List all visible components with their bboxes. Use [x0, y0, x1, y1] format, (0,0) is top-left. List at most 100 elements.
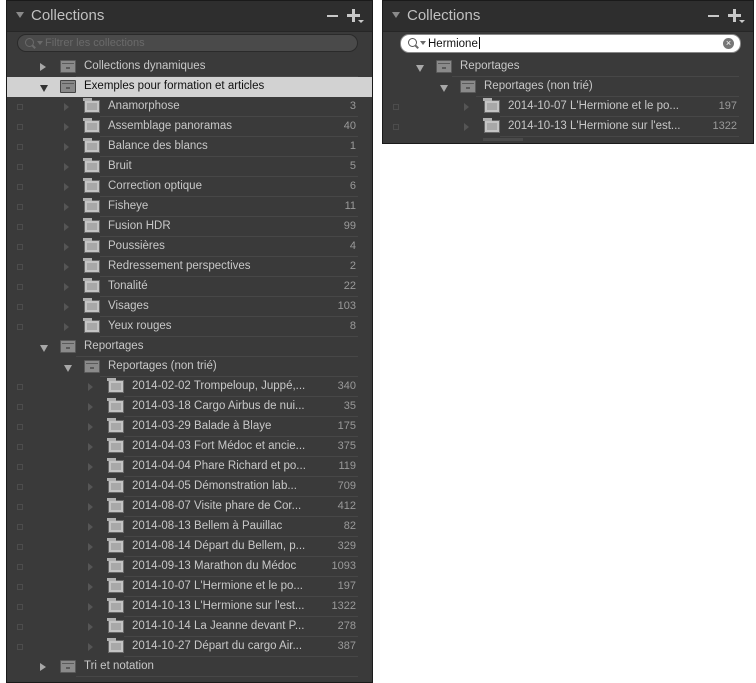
collection-row[interactable]: 2014-10-07 L'Hermione et le po... 197	[383, 97, 753, 117]
collection-set-row[interactable]: Exemples pour formation et articles	[7, 77, 372, 97]
target-checkbox[interactable]	[17, 464, 23, 470]
collection-row[interactable]: 2014-10-13 L'Hermione sur l'est... 1322	[383, 117, 753, 137]
collection-row[interactable]: 2014-08-07 Visite phare de Cor... 412	[7, 497, 372, 517]
collection-icon	[107, 478, 124, 493]
collection-set-row[interactable]: Reportages (non trié)	[383, 77, 753, 97]
target-checkbox[interactable]	[17, 424, 23, 430]
photo-count: 35	[343, 400, 356, 412]
target-checkbox[interactable]	[17, 504, 23, 510]
target-checkbox[interactable]	[17, 144, 23, 150]
target-checkbox[interactable]	[17, 564, 23, 570]
remove-collection-icon[interactable]	[327, 15, 338, 17]
target-checkbox[interactable]	[17, 384, 23, 390]
collection-row[interactable]: 2014-03-18 Cargo Airbus de nui... 35	[7, 397, 372, 417]
collection-row[interactable]: 2014-10-27 Départ du cargo Air... 387	[7, 637, 372, 657]
expand-arrow-icon[interactable]	[40, 663, 46, 671]
collection-set-row[interactable]: Collections dynamiques	[7, 57, 372, 77]
collection-row[interactable]: 2014-10-14 La Jeanne devant P... 278	[7, 617, 372, 637]
collection-row[interactable]: 2014-08-13 Bellem à Pauillac 82	[7, 517, 372, 537]
target-checkbox[interactable]	[17, 444, 23, 450]
target-checkbox[interactable]	[17, 324, 23, 330]
filter-collections-field[interactable]: Hermione ×	[400, 34, 741, 53]
target-checkbox[interactable]	[17, 524, 23, 530]
target-checkbox[interactable]	[17, 624, 23, 630]
target-checkbox[interactable]	[17, 544, 23, 550]
collection-row[interactable]: Redressement perspectives 2	[7, 257, 372, 277]
collection-label: 2014-10-14 La Jeanne devant P...	[132, 620, 305, 632]
collapse-panel-icon[interactable]	[392, 12, 400, 18]
collection-icon	[107, 498, 124, 513]
add-collection-icon[interactable]	[728, 9, 745, 23]
target-checkbox[interactable]	[393, 124, 399, 130]
collection-row[interactable]: Fisheye 11	[7, 197, 372, 217]
target-checkbox[interactable]	[17, 284, 23, 290]
collection-row[interactable]: Tonalité 22	[7, 277, 372, 297]
target-checkbox[interactable]	[17, 404, 23, 410]
disclosure-arrow-icon	[88, 563, 93, 571]
collection-set-row[interactable]: Reportages	[383, 57, 753, 77]
collection-icon	[83, 238, 100, 253]
collection-row[interactable]: 2014-04-04 Phare Richard et po... 119	[7, 457, 372, 477]
collection-label: 2014-10-07 L'Hermione et le po...	[508, 100, 679, 112]
remove-collection-icon[interactable]	[708, 15, 719, 17]
target-checkbox[interactable]	[17, 304, 23, 310]
collapse-arrow-icon[interactable]	[40, 85, 48, 92]
expand-arrow-icon[interactable]	[40, 63, 46, 71]
target-checkbox[interactable]	[17, 104, 23, 110]
target-checkbox[interactable]	[17, 124, 23, 130]
collection-row[interactable]: Yeux rouges 8	[7, 317, 372, 337]
panel-header[interactable]: Collections	[383, 1, 753, 32]
filter-collections-field[interactable]: Filtrer les collections	[17, 34, 358, 52]
target-checkbox[interactable]	[17, 164, 23, 170]
collection-label: 2014-04-03 Fort Médoc et ancie...	[132, 440, 306, 452]
target-checkbox[interactable]	[17, 584, 23, 590]
collection-row[interactable]: Correction optique 6	[7, 177, 372, 197]
panel-header[interactable]: Collections	[7, 1, 372, 32]
collection-row[interactable]: Bruit 5	[7, 157, 372, 177]
chevron-down-icon[interactable]	[420, 41, 426, 45]
target-checkbox[interactable]	[17, 264, 23, 270]
clear-search-icon[interactable]: ×	[723, 38, 734, 49]
target-checkbox[interactable]	[17, 604, 23, 610]
search-input[interactable]: Hermione	[428, 37, 480, 50]
target-checkbox[interactable]	[17, 224, 23, 230]
collection-label: 2014-10-13 L'Hermione sur l'est...	[132, 600, 305, 612]
collection-row[interactable]: 2014-02-02 Trompeloup, Juppé,... 340	[7, 377, 372, 397]
collection-icon	[83, 318, 100, 333]
collection-icon	[83, 278, 100, 293]
collapse-arrow-icon[interactable]	[440, 85, 448, 92]
collection-row[interactable]: Balance des blancs 1	[7, 137, 372, 157]
collapse-panel-icon[interactable]	[16, 12, 24, 18]
collapse-arrow-icon[interactable]	[40, 345, 48, 352]
collection-label: Tonalité	[108, 280, 148, 292]
collection-set-row[interactable]: Tri et notation	[7, 657, 372, 677]
collection-label: Fisheye	[108, 200, 149, 212]
disclosure-arrow-icon	[64, 303, 69, 311]
target-checkbox[interactable]	[17, 204, 23, 210]
add-collection-icon[interactable]	[347, 9, 364, 23]
collection-set-row[interactable]: Reportages	[7, 337, 372, 357]
target-checkbox[interactable]	[17, 484, 23, 490]
collection-set-row[interactable]: Reportages (non trié)	[7, 357, 372, 377]
collapse-arrow-icon[interactable]	[416, 65, 424, 72]
collection-row[interactable]: 2014-10-07 L'Hermione et le po... 197	[7, 577, 372, 597]
collection-row[interactable]: Fusion HDR 99	[7, 217, 372, 237]
disclosure-arrow-icon	[88, 503, 93, 511]
collection-row[interactable]: 2014-08-14 Départ du Bellem, p... 329	[7, 537, 372, 557]
target-checkbox[interactable]	[17, 244, 23, 250]
collection-row[interactable]: Assemblage panoramas 40	[7, 117, 372, 137]
collection-row[interactable]: 2014-09-13 Marathon du Médoc 1093	[7, 557, 372, 577]
collection-row[interactable]: Anamorphose 3	[7, 97, 372, 117]
collapse-arrow-icon[interactable]	[64, 365, 72, 372]
target-checkbox[interactable]	[17, 644, 23, 650]
photo-count: 99	[343, 220, 356, 232]
collection-row[interactable]: 2014-03-29 Balade à Blaye 175	[7, 417, 372, 437]
collection-row[interactable]: Poussières 4	[7, 237, 372, 257]
collection-row[interactable]: 2014-10-13 L'Hermione sur l'est... 1322	[7, 597, 372, 617]
collection-row[interactable]: 2014-04-03 Fort Médoc et ancie... 375	[7, 437, 372, 457]
collection-row[interactable]: Visages 103	[7, 297, 372, 317]
target-checkbox[interactable]	[393, 104, 399, 110]
target-checkbox[interactable]	[17, 184, 23, 190]
collection-row[interactable]: 2014-04-05 Démonstration lab... 709	[7, 477, 372, 497]
chevron-down-icon[interactable]	[37, 41, 43, 45]
